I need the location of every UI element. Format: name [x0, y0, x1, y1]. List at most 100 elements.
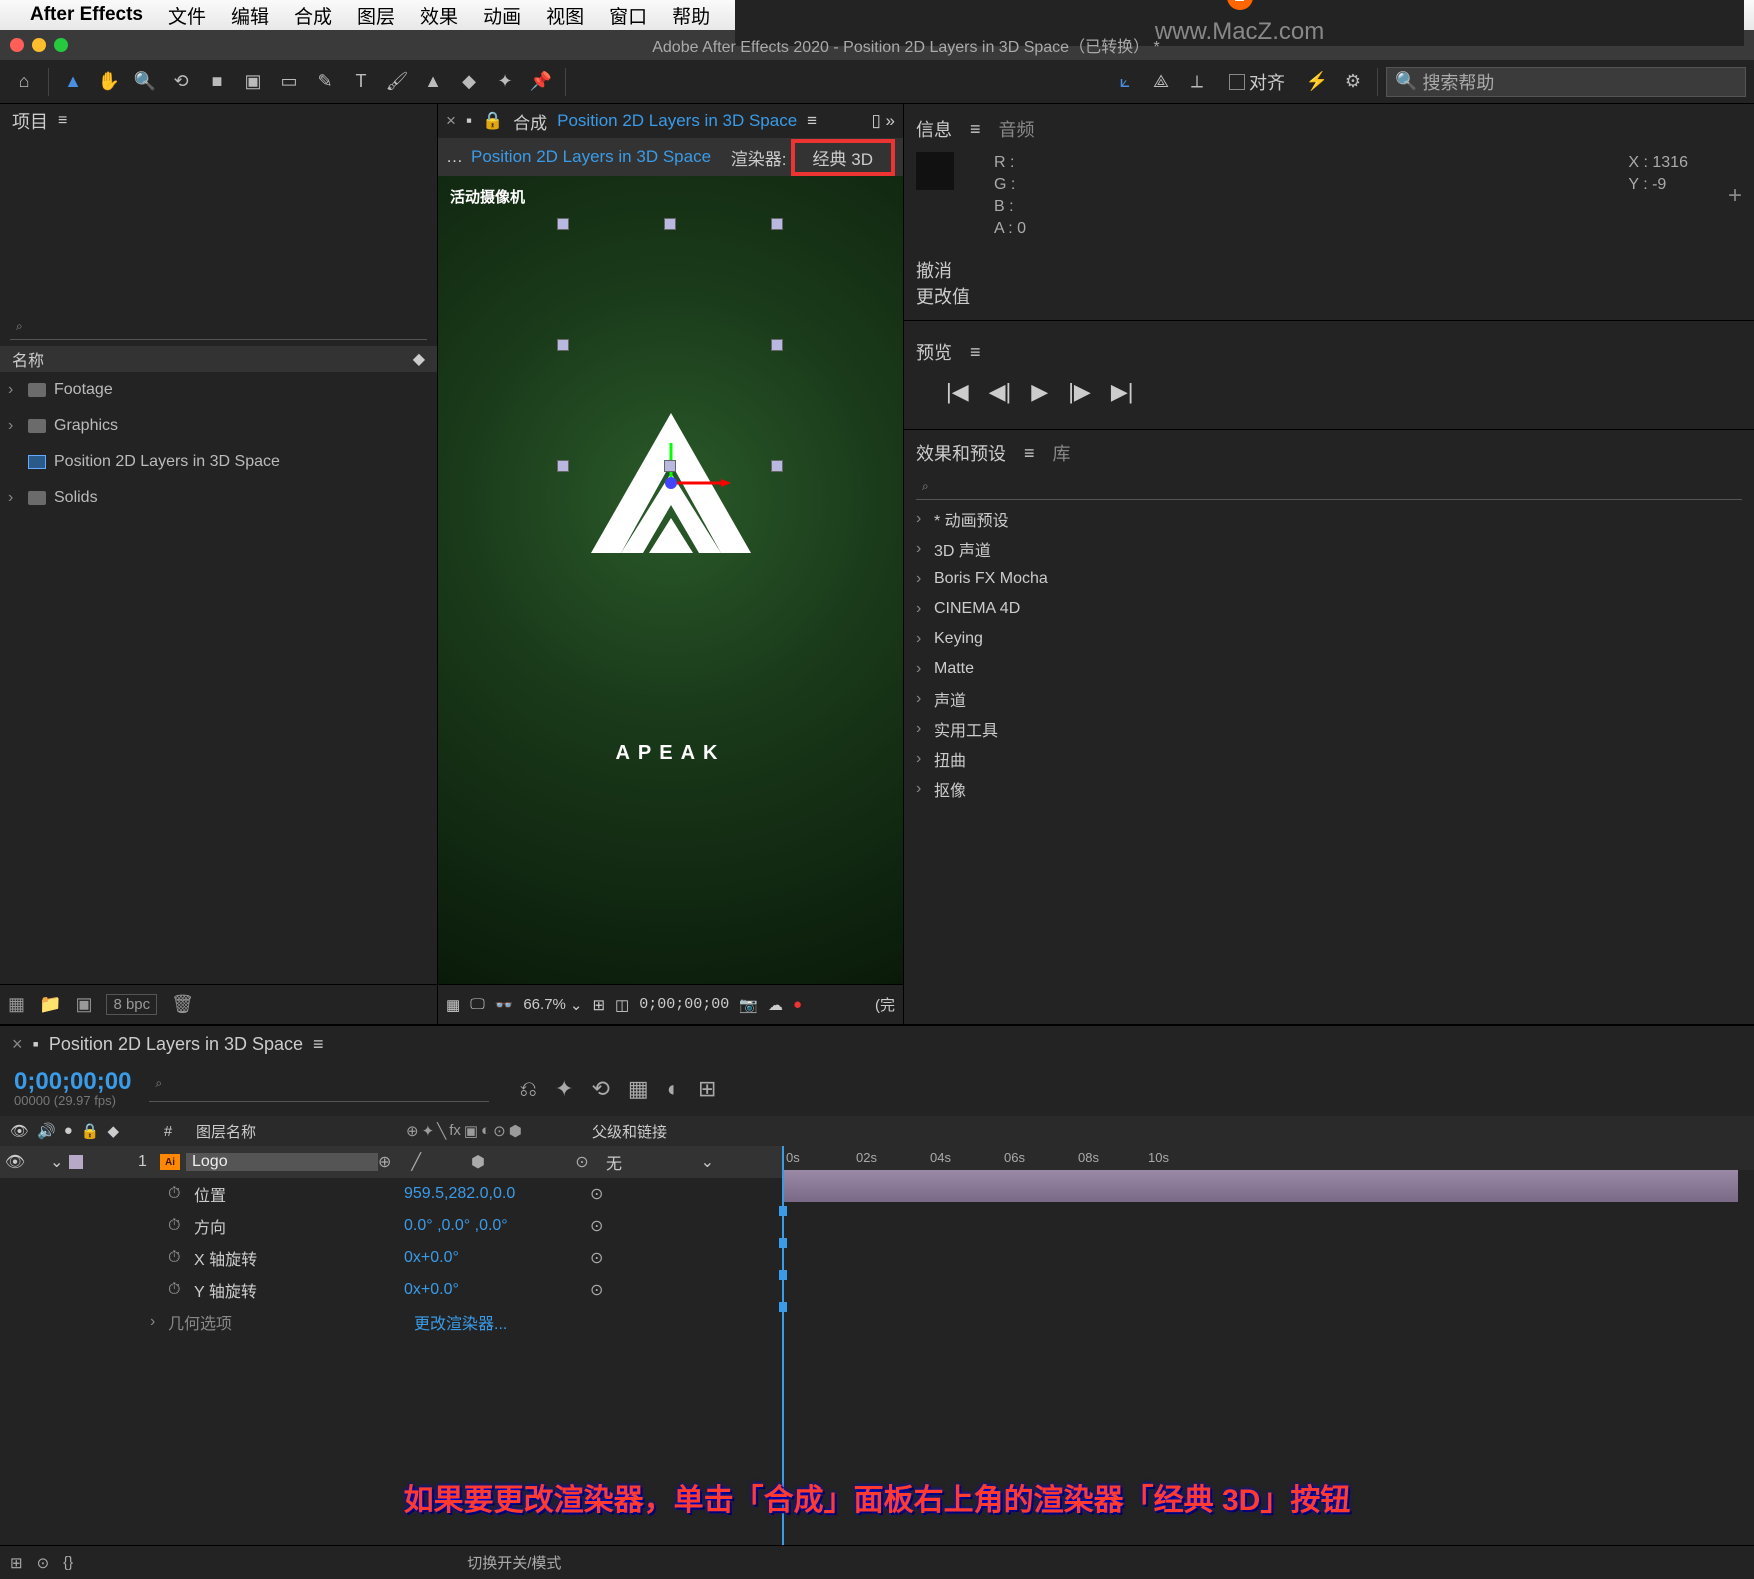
speaker-col-icon[interactable]: 🔊: [37, 1122, 56, 1140]
menu-window[interactable]: 窗口: [609, 2, 647, 29]
toggle-switches-button[interactable]: 切换开关/模式: [467, 1552, 561, 1573]
project-search[interactable]: ⌕: [10, 314, 427, 340]
audio-tab[interactable]: 音频: [999, 116, 1035, 142]
composition-viewport[interactable]: 活动摄像机: [438, 176, 903, 984]
help-search[interactable]: 🔍 搜索帮助: [1386, 67, 1746, 97]
new-comp-icon[interactable]: ▣: [75, 994, 92, 1015]
toggle-icon[interactable]: ⊞: [10, 1554, 23, 1572]
time-ruler[interactable]: 0s 02s 04s 06s 08s 10s: [782, 1146, 1754, 1170]
keyframe-icon[interactable]: [779, 1270, 787, 1280]
menu-effect[interactable]: 效果: [420, 2, 458, 29]
pen-tool-icon[interactable]: ✎: [309, 66, 341, 98]
panel-menu-icon[interactable]: ≡: [313, 1034, 324, 1055]
frame-blend-icon[interactable]: ▦: [628, 1076, 649, 1102]
minimize-button[interactable]: [32, 38, 46, 52]
col-name[interactable]: 名称: [12, 347, 44, 371]
folder-solids[interactable]: ›Solids: [0, 480, 437, 516]
fx-category[interactable]: ›Keying: [904, 624, 1754, 654]
keyframe-icon[interactable]: [779, 1206, 787, 1216]
col-parent[interactable]: 父级和链接: [592, 1121, 782, 1142]
close-button[interactable]: [10, 38, 24, 52]
resolution-icon[interactable]: ⊞: [592, 996, 605, 1014]
fx-category[interactable]: ›Boris FX Mocha: [904, 564, 1754, 594]
flow-name[interactable]: Position 2D Layers in 3D Space: [471, 147, 711, 167]
selection-tool-icon[interactable]: ▲: [57, 66, 89, 98]
rectangle-tool-icon[interactable]: ▭: [273, 66, 305, 98]
viewer-timecode[interactable]: 0;00;00;00: [639, 996, 729, 1013]
comp-tab-name[interactable]: Position 2D Layers in 3D Space: [557, 111, 797, 131]
menu-composition[interactable]: 合成: [294, 2, 332, 29]
first-frame-icon[interactable]: |◀: [946, 379, 969, 405]
switch-icon[interactable]: ⊕: [406, 1122, 419, 1140]
folder-footage[interactable]: ›Footage: [0, 372, 437, 408]
camera-tool-icon[interactable]: ■: [201, 66, 233, 98]
effects-title[interactable]: 效果和预设: [916, 440, 1006, 466]
info-tab[interactable]: 信息: [916, 116, 952, 142]
label-col-icon[interactable]: ◆: [107, 1122, 119, 1140]
lock-col-icon[interactable]: 🔒: [81, 1122, 100, 1140]
3d-toggle-icon[interactable]: ⬢: [471, 1152, 485, 1172]
flowchart-icon[interactable]: ▯ »: [871, 111, 895, 131]
type-tool-icon[interactable]: T: [345, 66, 377, 98]
zoom-value[interactable]: 66.7%: [523, 996, 566, 1013]
menu-layer[interactable]: 图层: [357, 2, 395, 29]
play-icon[interactable]: ▶: [1031, 379, 1048, 405]
timeline-search[interactable]: ⌕: [149, 1076, 489, 1102]
layer-name[interactable]: Logo: [186, 1153, 378, 1171]
axis-local-icon[interactable]: ⟀: [1109, 66, 1141, 98]
panel-menu-icon[interactable]: ≡: [970, 119, 981, 140]
orbit-tool-icon[interactable]: ⟲: [165, 66, 197, 98]
layer-bar[interactable]: [782, 1170, 1738, 1202]
mask-icon[interactable]: 👓: [495, 996, 514, 1014]
menu-animation[interactable]: 动画: [483, 2, 521, 29]
eraser-tool-icon[interactable]: ◆: [453, 66, 485, 98]
stopwatch-icon[interactable]: ⏱: [168, 1185, 188, 1203]
close-tab-icon[interactable]: ×: [12, 1034, 23, 1055]
geo-options[interactable]: 几何选项: [168, 1310, 414, 1334]
stopwatch-icon[interactable]: ⏱: [168, 1281, 188, 1299]
panel-menu-icon[interactable]: ≡: [1024, 443, 1035, 464]
property-position[interactable]: ⏱位置959.5,282.0,0.0⊙: [0, 1178, 782, 1210]
new-folder-icon[interactable]: 📁: [39, 994, 61, 1015]
effects-search[interactable]: ⌕: [916, 474, 1742, 500]
prev-frame-icon[interactable]: ◀|: [989, 379, 1012, 405]
fx-category[interactable]: ›抠像: [904, 774, 1754, 804]
home-icon[interactable]: ⌂: [8, 66, 40, 98]
wand-icon[interactable]: ⚡: [1301, 66, 1333, 98]
solo-col-icon[interactable]: ●: [64, 1122, 73, 1140]
magnify-icon[interactable]: ▦: [446, 996, 460, 1014]
fx-category[interactable]: ›实用工具: [904, 714, 1754, 744]
hand-tool-icon[interactable]: ✋: [93, 66, 125, 98]
pan-behind-tool-icon[interactable]: ▣: [237, 66, 269, 98]
lock-icon[interactable]: 🔒: [482, 111, 503, 131]
app-name[interactable]: After Effects: [30, 4, 143, 26]
keyframe-icon[interactable]: [779, 1238, 787, 1248]
channel-icon[interactable]: ☁: [768, 996, 783, 1014]
fx-category[interactable]: ›3D 声道: [904, 534, 1754, 564]
brush-tool-icon[interactable]: 🖌: [381, 66, 413, 98]
panel-menu-icon[interactable]: ≡: [807, 111, 817, 131]
twirl-icon[interactable]: ›: [150, 1313, 168, 1331]
fx-category[interactable]: ›扭曲: [904, 744, 1754, 774]
clone-tool-icon[interactable]: ▲: [417, 66, 449, 98]
axis-world-icon[interactable]: ⟁: [1145, 66, 1177, 98]
current-time[interactable]: 0;00;00;00: [14, 1071, 131, 1093]
interpret-icon[interactable]: ▦: [8, 994, 25, 1015]
comp-item[interactable]: Position 2D Layers in 3D Space: [0, 444, 437, 480]
draft3d-icon[interactable]: ✦: [555, 1076, 573, 1102]
col-type-icon[interactable]: ◆: [413, 349, 425, 369]
chevron-down-icon[interactable]: ⌄: [570, 996, 583, 1014]
panel-menu-icon[interactable]: ≡: [970, 342, 981, 363]
snapshot-icon[interactable]: 📷: [739, 996, 758, 1014]
fx-category[interactable]: ›* 动画预设: [904, 504, 1754, 534]
pickwhip-icon[interactable]: ⊙: [564, 1152, 600, 1172]
fx-category[interactable]: ›声道: [904, 684, 1754, 714]
display-icon[interactable]: 🖵: [470, 996, 484, 1013]
property-xrotation[interactable]: ⏱X 轴旋转0x+0.0°⊙: [0, 1242, 782, 1274]
menu-file[interactable]: 文件: [168, 2, 206, 29]
brace-icon[interactable]: {}: [63, 1554, 73, 1571]
keyframe-icon[interactable]: [779, 1302, 787, 1312]
shy-icon[interactable]: ⟲: [591, 1076, 609, 1102]
property-orientation[interactable]: ⏱方向0.0° ,0.0° ,0.0°⊙: [0, 1210, 782, 1242]
renderer-button[interactable]: 经典 3D: [805, 148, 881, 171]
